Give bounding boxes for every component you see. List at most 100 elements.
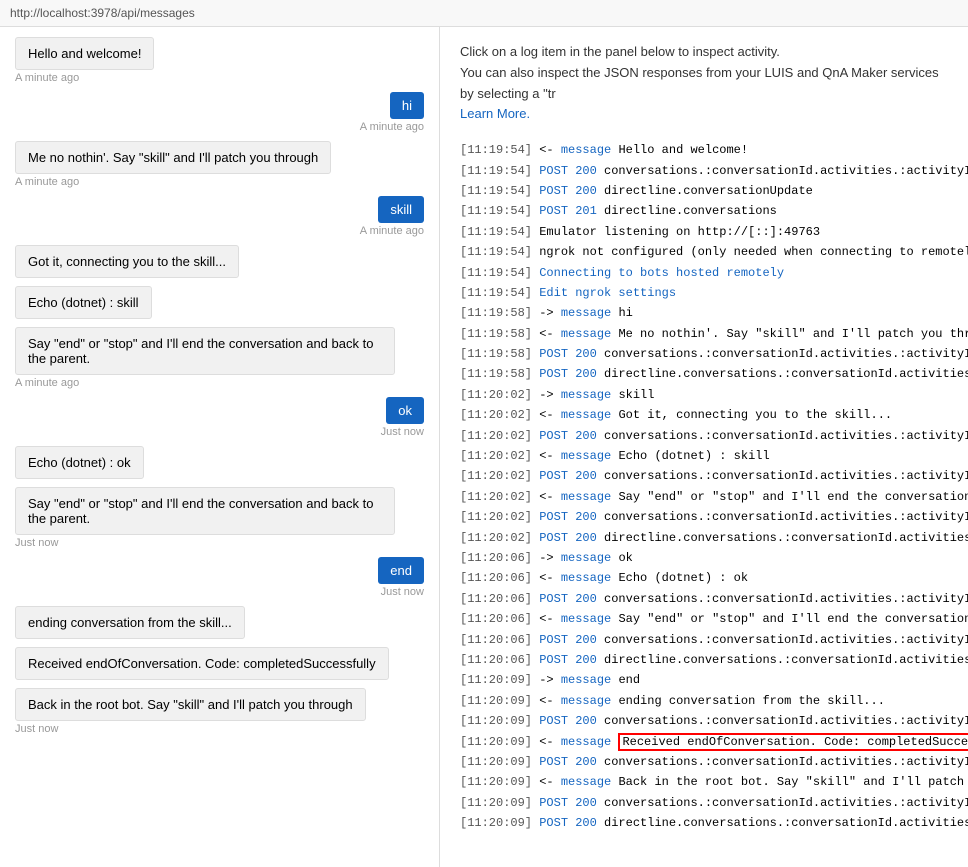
log-line: [11:20:09] POST 200 directline.conversat… [460, 813, 948, 833]
chat-message: Echo (dotnet) : skill [15, 286, 424, 319]
log-line: [11:20:06] POST 200 conversations.:conve… [460, 630, 948, 650]
message-timestamp: A minute ago [15, 72, 79, 84]
user-bubble: skill [378, 196, 424, 223]
log-line: [11:20:06] <- message Echo (dotnet) : ok [460, 568, 948, 588]
log-intro1: Click on a log item in the panel below t… [460, 42, 948, 63]
chat-message: Echo (dotnet) : ok [15, 446, 424, 479]
chat-message: ending conversation from the skill... [15, 606, 424, 639]
log-post200-link[interactable]: POST 200 [539, 531, 597, 545]
log-line: [11:19:58] POST 200 conversations.:conve… [460, 344, 948, 364]
log-message-link[interactable]: message [561, 694, 611, 708]
chat-message: skillA minute ago [15, 196, 424, 237]
log-line: [11:19:54] Edit ngrok settings [460, 283, 948, 303]
bot-bubble: Received endOfConversation. Code: comple… [15, 647, 389, 680]
log-header: Click on a log item in the panel below t… [460, 42, 948, 125]
log-line: [11:19:54] Connecting to bots hosted rem… [460, 263, 948, 283]
log-message-link[interactable]: message [561, 327, 611, 341]
bot-bubble: Say "end" or "stop" and I'll end the con… [15, 487, 395, 535]
log-message-link[interactable]: message [561, 143, 611, 157]
chat-message: Me no nothin'. Say "skill" and I'll patc… [15, 141, 424, 188]
user-bubble: end [378, 557, 424, 584]
log-post200-link[interactable]: POST 200 [539, 184, 597, 198]
chat-message: Say "end" or "stop" and I'll end the con… [15, 487, 424, 549]
log-line: [11:20:09] POST 200 conversations.:conve… [460, 752, 948, 772]
log-message-link[interactable]: message [561, 306, 611, 320]
log-line: [11:20:09] POST 200 conversations.:conve… [460, 711, 948, 731]
log-line: [11:19:54] Emulator listening on http://… [460, 222, 948, 242]
chat-message: Back in the root bot. Say "skill" and I'… [15, 688, 424, 735]
bot-bubble: Say "end" or "stop" and I'll end the con… [15, 327, 395, 375]
log-line: [11:19:58] -> message hi [460, 303, 948, 323]
chat-message: Got it, connecting you to the skill... [15, 245, 424, 278]
log-post200-link[interactable]: POST 200 [539, 164, 597, 178]
log-post200-link[interactable]: POST 200 [539, 592, 597, 606]
log-intro2: You can also inspect the JSON responses … [460, 63, 948, 125]
log-line: [11:19:54] ngrok not configured (only ne… [460, 242, 948, 262]
log-line: [11:20:02] <- message Say "end" or "stop… [460, 487, 948, 507]
message-timestamp: A minute ago [360, 121, 424, 133]
log-line: [11:20:09] POST 200 conversations.:conve… [460, 793, 948, 813]
log-message-link[interactable]: message [561, 408, 611, 422]
chat-message: end Just now [15, 557, 424, 598]
user-bubble: ok [386, 397, 424, 424]
chat-message: hi A minute ago [15, 92, 424, 133]
log-post200-link[interactable]: POST 200 [539, 367, 597, 381]
user-bubble: hi [390, 92, 424, 119]
chat-message: Received endOfConversation. Code: comple… [15, 647, 424, 680]
log-link-item[interactable]: Edit ngrok settings [539, 286, 676, 300]
log-line: [11:20:06] <- message Say "end" or "stop… [460, 609, 948, 629]
log-line: [11:20:02] POST 200 conversations.:conve… [460, 466, 948, 486]
log-post200-link[interactable]: POST 200 [539, 510, 597, 524]
log-line: [11:20:09] <- message ending conversatio… [460, 691, 948, 711]
log-post200-link[interactable]: POST 200 [539, 653, 597, 667]
learn-more-link[interactable]: Learn More. [460, 106, 530, 121]
log-post200-link[interactable]: POST 200 [539, 469, 597, 483]
main-content: Hello and welcome! A minute ago hi A minute… [0, 27, 968, 867]
log-post200-link[interactable]: POST 200 [539, 347, 597, 361]
bot-bubble: Got it, connecting you to the skill... [15, 245, 239, 278]
log-entries: [11:19:54] <- message Hello and welcome!… [460, 140, 948, 833]
log-message-link[interactable]: message [561, 612, 611, 626]
log-line: [11:19:58] <- message Me no nothin'. Say… [460, 324, 948, 344]
log-line: [11:20:06] POST 200 directline.conversat… [460, 650, 948, 670]
log-line: [11:20:09] <- message Received endOfConv… [460, 732, 948, 752]
log-line: [11:20:02] <- message Echo (dotnet) : sk… [460, 446, 948, 466]
log-line: [11:19:54] POST 200 directline.conversat… [460, 181, 948, 201]
log-message-link[interactable]: message [561, 388, 611, 402]
log-panel: Click on a log item in the panel below t… [440, 27, 968, 867]
message-timestamp: Just now [15, 723, 58, 735]
log-post200-link[interactable]: POST 200 [539, 796, 597, 810]
log-message-link[interactable]: message [561, 551, 611, 565]
log-message-link[interactable]: message [561, 673, 611, 687]
chat-message: Say "end" or "stop" and I'll end the con… [15, 327, 424, 389]
log-line: [11:20:02] -> message skill [460, 385, 948, 405]
message-timestamp: A minute ago [15, 176, 79, 188]
log-message-link[interactable]: message [561, 490, 611, 504]
log-line: [11:19:58] POST 200 directline.conversat… [460, 364, 948, 384]
log-line: [11:20:02] POST 200 conversations.:conve… [460, 426, 948, 446]
log-post200-link[interactable]: POST 200 [539, 714, 597, 728]
url-bar: http://localhost:3978/api/messages [0, 0, 968, 27]
message-timestamp: Just now [15, 537, 58, 549]
log-line: [11:19:54] <- message Hello and welcome! [460, 140, 948, 160]
bot-bubble: Me no nothin'. Say "skill" and I'll patc… [15, 141, 331, 174]
log-post200-link[interactable]: POST 200 [539, 755, 597, 769]
log-post200-link[interactable]: POST 200 [539, 429, 597, 443]
log-line: [11:20:09] -> message end [460, 670, 948, 690]
log-link-item[interactable]: Connecting to bots hosted remotely [539, 266, 784, 280]
bot-bubble: Echo (dotnet) : skill [15, 286, 152, 319]
log-message-highlight-link[interactable]: message [561, 735, 611, 749]
bot-bubble: Hello and welcome! [15, 37, 154, 70]
chat-message: okJust now [15, 397, 424, 438]
log-line: [11:19:54] POST 201 directline.conversat… [460, 201, 948, 221]
log-post200-link[interactable]: POST 200 [539, 633, 597, 647]
log-line: [11:20:06] POST 200 conversations.:conve… [460, 589, 948, 609]
log-post201-link[interactable]: POST 201 [539, 204, 597, 218]
log-message-link[interactable]: message [561, 775, 611, 789]
log-line: [11:20:02] POST 200 conversations.:conve… [460, 507, 948, 527]
log-message-link[interactable]: message [561, 449, 611, 463]
bot-bubble: Echo (dotnet) : ok [15, 446, 144, 479]
message-timestamp: Just now [381, 586, 424, 598]
log-message-link[interactable]: message [561, 571, 611, 585]
log-post200-link[interactable]: POST 200 [539, 816, 597, 830]
